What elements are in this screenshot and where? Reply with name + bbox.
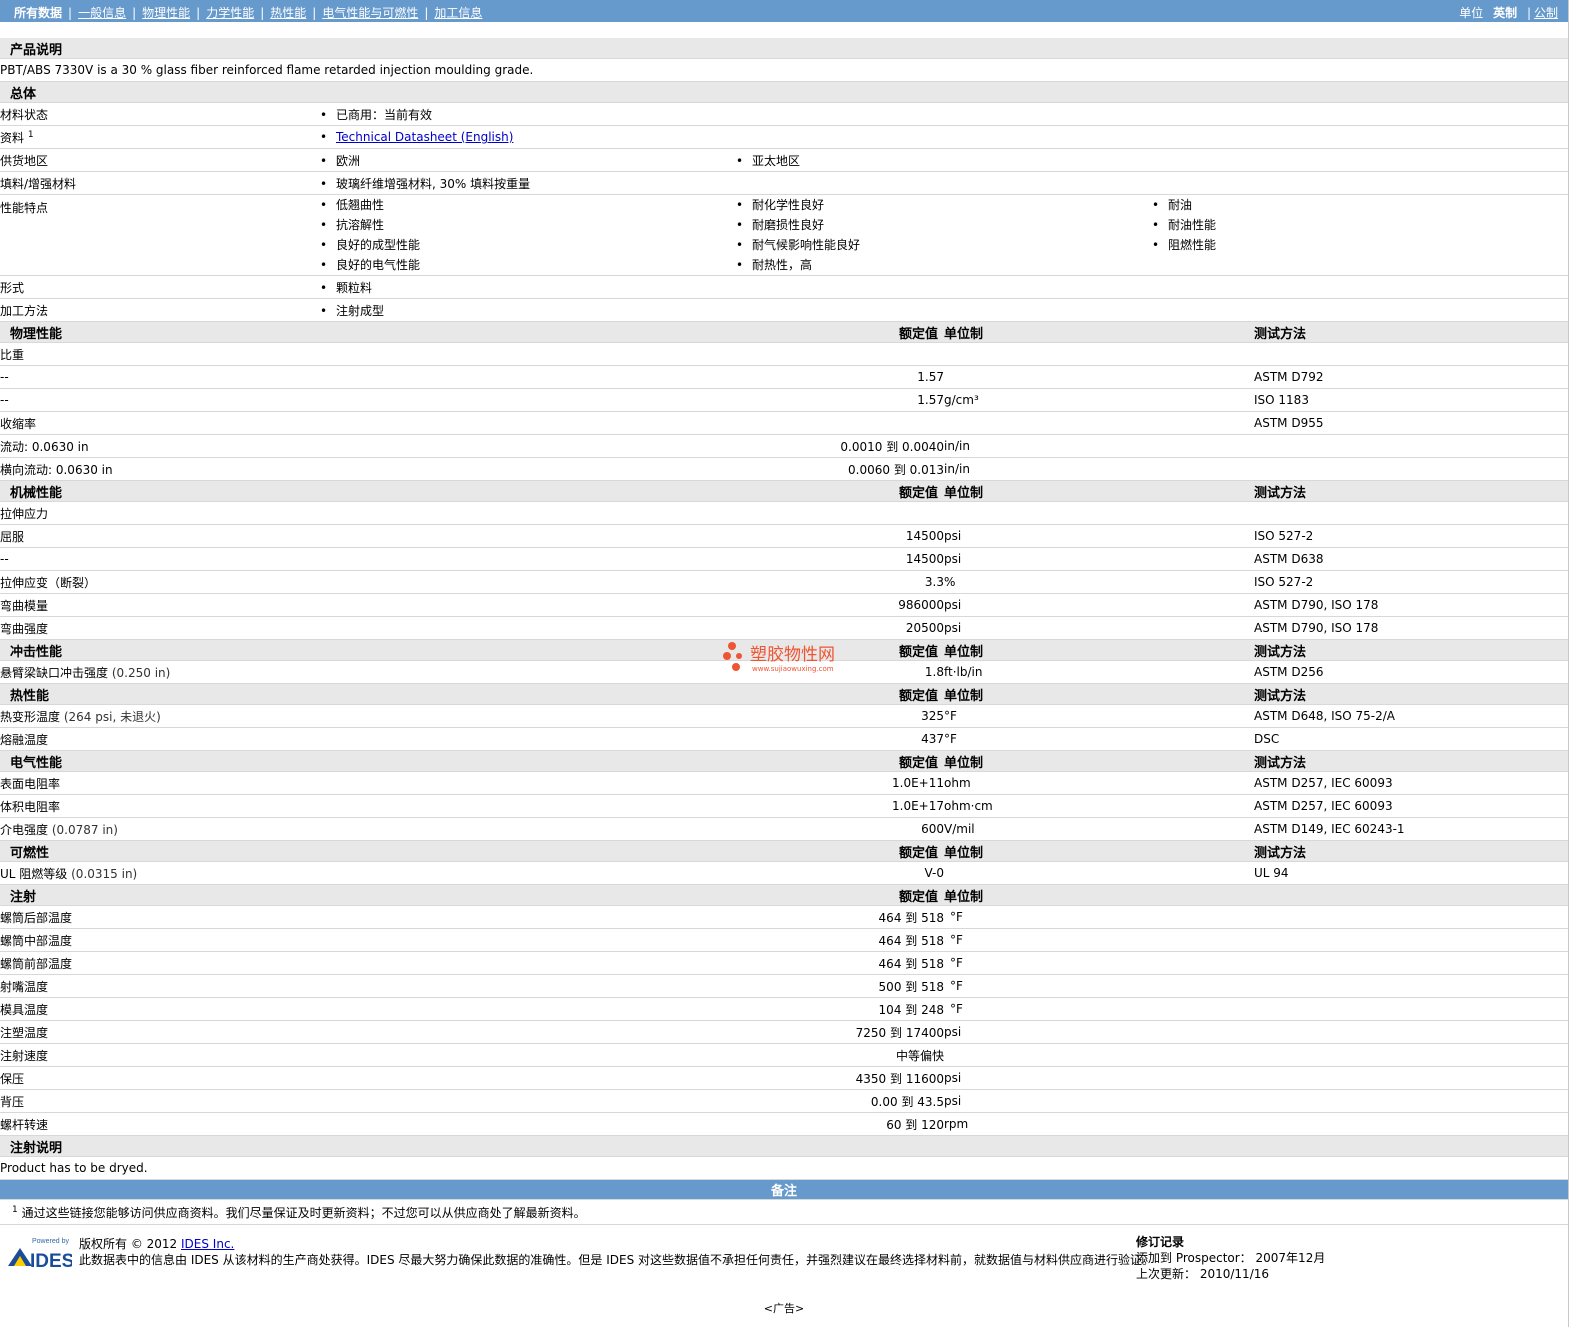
features-list: 低翘曲性耐化学性良好耐油 抗溶解性耐磨损性良好耐油性能 良好的成型性能耐气候影响… bbox=[320, 194, 1569, 276]
table-row: 弯曲模量 986000 psi ASTM D790, ISO 178 bbox=[0, 593, 1569, 617]
table-row: 横向流动: 0.0630 in 0.0060 到 0.013 in/in bbox=[0, 457, 1569, 481]
table-row: 注射速度 中等偏快 bbox=[0, 1043, 1569, 1067]
header-nominal: 额定值 bbox=[320, 321, 944, 343]
nav-processing[interactable]: 加工信息 bbox=[434, 6, 482, 20]
ides-logo: Powered by IDES bbox=[8, 1236, 74, 1276]
revision-history: 修订记录 添加到 Prospector： 2007年12月 上次更新： 2010… bbox=[1136, 1235, 1326, 1281]
section-thermal-title: 热性能 bbox=[0, 683, 320, 705]
unit-english[interactable]: 英制 bbox=[1493, 6, 1517, 20]
section-flammability-title: 可燃性 bbox=[0, 840, 320, 862]
process-value: 注射成型 bbox=[320, 302, 736, 319]
table-row: 螺筒中部温度 464 到 518 °F bbox=[0, 928, 1569, 952]
table-row: 注塑温度 7250 到 17400 psi bbox=[0, 1020, 1569, 1044]
section-injection-title: 注射 bbox=[0, 884, 320, 906]
technical-datasheet-link[interactable]: Technical Datasheet (English) bbox=[336, 130, 513, 144]
section-description-title: 产品说明 bbox=[0, 38, 1569, 59]
remarks-note: 1 通过这些链接您能够访问供应商资料。我们尽量保证及时更新资料；不过您可以从供应… bbox=[0, 1199, 1569, 1225]
form-label: 形式 bbox=[0, 275, 320, 299]
table-row: 介电强度 (0.0787 in) 600 V/mil ASTM D149, IEC 6… bbox=[0, 817, 1569, 841]
status-label: 材料状态 bbox=[0, 102, 320, 126]
nav-thermal[interactable]: 热性能 bbox=[270, 6, 306, 20]
svg-text:www.sujiaowuxing.com: www.sujiaowuxing.com bbox=[752, 665, 834, 673]
table-row: 熔融温度 437 °F DSC bbox=[0, 727, 1569, 751]
nav-physical[interactable]: 物理性能 bbox=[142, 6, 190, 20]
footer: Powered by IDES 版权所有 © 2012 IDES Inc. 此数… bbox=[0, 1232, 1568, 1292]
filler-value: 玻璃纤维增强材料, 30% 填料按重量 bbox=[320, 175, 920, 192]
table-row: -- 1.57 g/cm³ ISO 1183 bbox=[0, 388, 1569, 412]
docs-footnote: 1 bbox=[27, 129, 34, 140]
region-europe: 欧洲 bbox=[320, 152, 736, 169]
header-unit: 单位制 bbox=[944, 321, 1254, 343]
datasheet-page: 所有数据 | 一般信息 | 物理性能 | 力学性能 | 热性能 | 电气性能与可燃性 | 加工信息 单位… bbox=[0, 0, 1569, 1327]
nav-mechanical[interactable]: 力学性能 bbox=[206, 6, 254, 20]
nav-electrical[interactable]: 电气性能与可燃性 bbox=[322, 6, 418, 20]
form-value: 颗粒料 bbox=[320, 279, 736, 296]
section-physical-title: 物理性能 bbox=[0, 321, 320, 343]
docs-label-cell: 资料 1 bbox=[0, 125, 320, 149]
features-label: 性能特点 bbox=[0, 194, 320, 276]
table-row: 射嘴温度 500 到 518 °F bbox=[0, 974, 1569, 998]
datasheet-table: 产品说明 PBT/ABS 7330V is a 30 % glass fiber… bbox=[0, 38, 1569, 1225]
table-row: 弯曲强度 20500 psi ASTM D790, ISO 178 bbox=[0, 616, 1569, 640]
disclaimer-text: 此数据表中的信息由 IDES 从该材料的生产商处获得。IDES 尽最大努力确保此… bbox=[79, 1253, 1155, 1267]
status-value: 已商用：当前有效 bbox=[320, 106, 736, 123]
ad-label: <广告> bbox=[763, 1302, 805, 1315]
table-row: 螺杆转速 60 到 120 rpm bbox=[0, 1112, 1569, 1136]
top-nav-bar: 所有数据 | 一般信息 | 物理性能 | 力学性能 | 热性能 | 电气性能与可燃性 | 加工信息 单位… bbox=[0, 0, 1568, 22]
region-apac: 亚太地区 bbox=[736, 152, 1152, 169]
table-row: 螺筒前部温度 464 到 518 °F bbox=[0, 951, 1569, 975]
table-row: 屈服 14500 psi ISO 527-2 bbox=[0, 524, 1569, 548]
units-label: 单位 bbox=[1459, 6, 1484, 20]
table-row: 表面电阻率 1.0E+11 ohm ASTM D257, IEC 60093 bbox=[0, 771, 1569, 795]
nav-general-info[interactable]: 一般信息 bbox=[78, 6, 126, 20]
watermark-logo: 塑胶物性网 www.sujiaowuxing.com bbox=[722, 640, 862, 676]
section-inj-notes-title: 注射说明 bbox=[0, 1135, 1569, 1157]
process-label: 加工方法 bbox=[0, 298, 320, 322]
table-row: 流动: 0.0630 in 0.0010 到 0.0040 in/in bbox=[0, 434, 1569, 458]
svg-text:Powered by: Powered by bbox=[32, 1238, 69, 1245]
region-label: 供货地区 bbox=[0, 148, 320, 172]
section-electrical-title: 电气性能 bbox=[0, 750, 320, 772]
svg-text:塑胶物性网: 塑胶物性网 bbox=[750, 645, 835, 665]
unit-metric[interactable]: 公制 bbox=[1534, 6, 1558, 20]
svg-text:IDES: IDES bbox=[30, 1251, 72, 1272]
inj-notes-text: Product has to be dryed. bbox=[0, 1156, 1569, 1180]
table-row: 保压 4350 到 11600 psi bbox=[0, 1066, 1569, 1090]
table-row: -- 1.57 ASTM D792 bbox=[0, 365, 1569, 389]
nav-all-data[interactable]: 所有数据 bbox=[14, 6, 62, 20]
sg-label: 比重 bbox=[0, 342, 1569, 366]
remarks-title: 备注 bbox=[0, 1179, 1569, 1200]
filler-label: 填料/增强材料 bbox=[0, 171, 320, 195]
table-row: UL 阻燃等级 (0.0315 in) V-0 UL 94 bbox=[0, 861, 1569, 885]
section-general-title: 总体 bbox=[0, 81, 1569, 103]
table-row: 拉伸应变（断裂） 3.3% ISO 527-2 bbox=[0, 570, 1569, 594]
copyright-text: 版权所有 © 2012 bbox=[79, 1237, 178, 1251]
table-row: 螺筒后部温度 464 到 518 °F bbox=[0, 905, 1569, 929]
header-method: 测试方法 bbox=[1254, 321, 1569, 343]
table-row: 收缩率 ASTM D955 bbox=[0, 411, 1569, 435]
product-description: PBT/ABS 7330V is a 30 % glass fiber rein… bbox=[0, 58, 1569, 82]
table-row: -- 14500 psi ASTM D638 bbox=[0, 547, 1569, 571]
ides-company-link[interactable]: IDES Inc. bbox=[181, 1237, 234, 1251]
tensile-label: 拉伸应力 bbox=[0, 501, 1569, 525]
table-row: 模具温度 104 到 248 °F bbox=[0, 997, 1569, 1021]
table-row: 背压 0.00 到 43.5 psi bbox=[0, 1089, 1569, 1113]
section-impact-title: 冲击性能 bbox=[0, 639, 320, 661]
section-mechanical-title: 机械性能 bbox=[0, 480, 320, 502]
table-row: 体积电阻率 1.0E+17 ohm·cm ASTM D257, IEC 60093 bbox=[0, 794, 1569, 818]
table-row: 热变形温度 (264 psi, 未退火) 325 °F ASTM D648, ISO … bbox=[0, 704, 1569, 728]
